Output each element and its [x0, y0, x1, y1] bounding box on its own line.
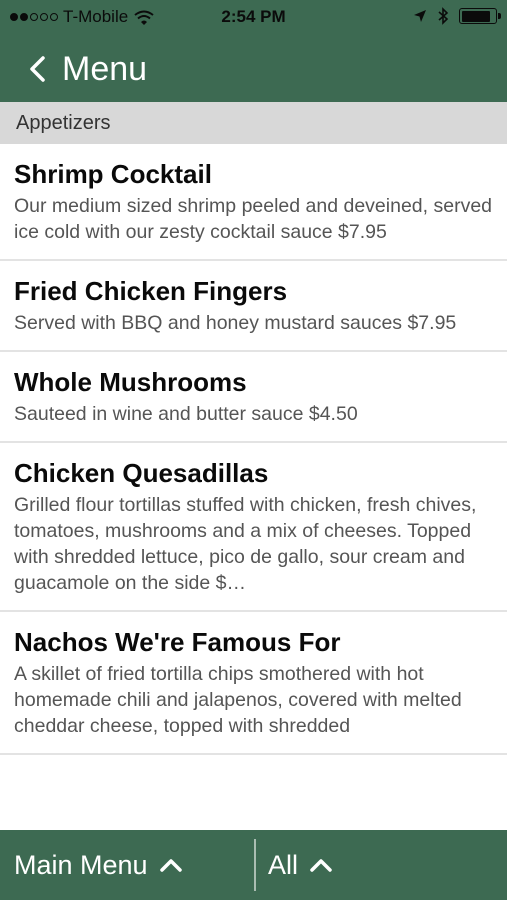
menu-item-description: A skillet of fried tortilla chips smothe…: [14, 663, 462, 737]
menu-item-title: Nachos We're Famous For: [14, 627, 341, 657]
menu-item-list[interactable]: Shrimp Cocktail Our medium sized shrimp …: [0, 144, 507, 830]
menu-item[interactable]: Whole Mushrooms Sauteed in wine and butt…: [0, 352, 507, 443]
menu-item[interactable]: Fried Chicken Fingers Served with BBQ an…: [0, 261, 507, 352]
tab-divider: [254, 839, 256, 891]
navigation-bar: Menu: [0, 36, 507, 102]
section-header: Appetizers: [0, 102, 507, 144]
status-bar: T-Mobile 2:54 PM: [0, 0, 507, 36]
menu-item-title: Fried Chicken Fingers: [14, 276, 288, 306]
back-button[interactable]: Menu: [0, 50, 147, 89]
menu-item[interactable]: Chicken Quesadillas Grilled flour tortil…: [0, 443, 507, 612]
menu-item-description: Served with BBQ and honey mustard sauces…: [14, 312, 457, 334]
battery-tip: [498, 13, 501, 19]
menu-item[interactable]: Shrimp Cocktail Our medium sized shrimp …: [0, 144, 507, 261]
menu-item-description: Sauteed in wine and butter sauce $4.50: [14, 403, 358, 425]
location-arrow-icon: [414, 10, 426, 22]
chevron-up-icon: [310, 859, 332, 872]
menu-item-description: Grilled flour tortillas stuffed with chi…: [14, 494, 477, 594]
bottom-tab-bar: Main Menu All: [0, 830, 507, 900]
chevron-left-icon: [30, 56, 45, 82]
battery-level-fill: [461, 10, 490, 22]
menu-item-title: Shrimp Cocktail: [14, 159, 212, 189]
menu-item-description: Our medium sized shrimp peeled and devei…: [14, 195, 493, 243]
main-menu-label: Main Menu: [14, 849, 148, 880]
bluetooth-icon: [438, 7, 449, 25]
back-button-label: Menu: [62, 49, 148, 88]
chevron-up-icon: [159, 859, 182, 872]
menu-item-title: Whole Mushrooms: [14, 367, 247, 397]
menu-item-title: Chicken Quesadillas: [14, 458, 269, 488]
filter-all-label: All: [268, 849, 299, 880]
menu-item[interactable]: Nachos We're Famous For A skillet of fri…: [0, 612, 507, 755]
filter-all-button[interactable]: All: [256, 830, 334, 900]
main-menu-button[interactable]: Main Menu: [0, 830, 254, 900]
battery-icon: [459, 8, 501, 24]
status-right: [413, 7, 501, 25]
